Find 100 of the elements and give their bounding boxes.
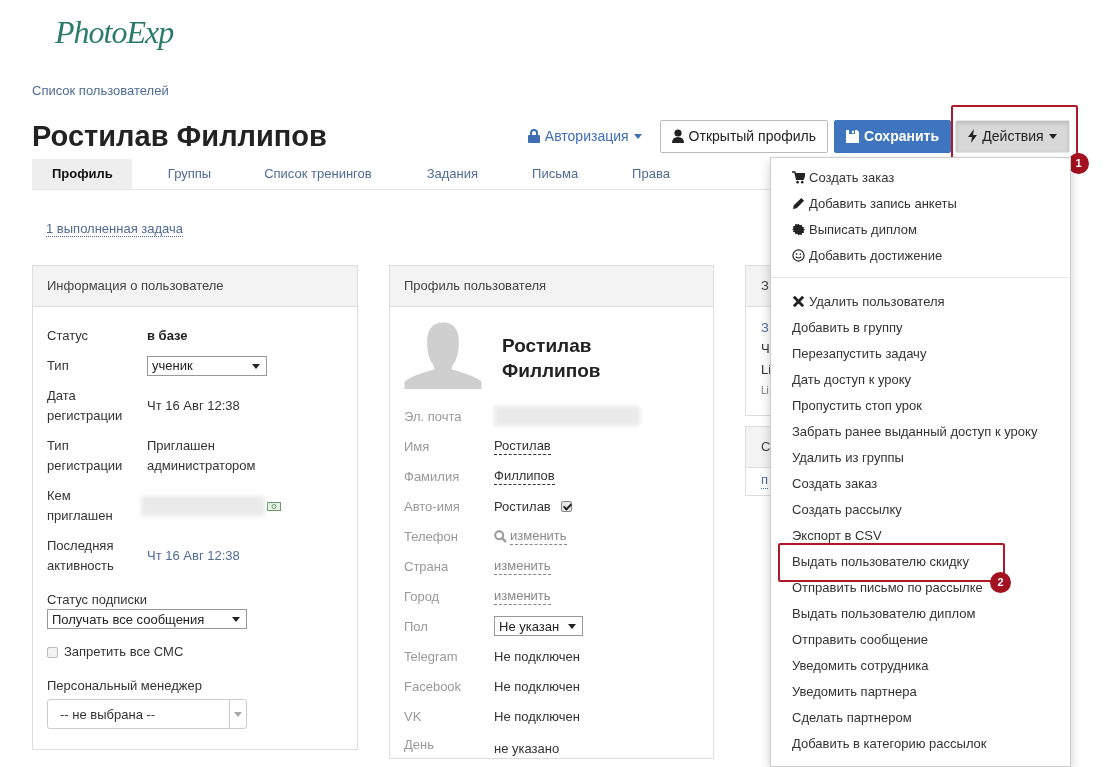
menu-item[interactable]: Отправить сообщение xyxy=(771,626,929,652)
menu-item[interactable]: Сделать партнером xyxy=(771,704,912,730)
change-link[interactable]: изменить xyxy=(510,527,567,545)
change-link[interactable]: изменить xyxy=(494,587,551,605)
seal-icon xyxy=(792,222,805,236)
close-icon xyxy=(792,294,805,308)
menu-item[interactable]: Уведомить партнера xyxy=(771,678,917,704)
field-label: Telegram xyxy=(404,648,459,664)
field-label: Телефон xyxy=(404,528,459,544)
dropdown[interactable]: ученик xyxy=(147,356,267,376)
menu-item[interactable]: Экспорт в CSV xyxy=(771,522,882,548)
cart-icon xyxy=(792,170,805,184)
field-label: Персональный менеджер xyxy=(47,677,203,695)
page-title: Ростилав Филлипов xyxy=(32,119,328,153)
menu-item[interactable]: Пропустить стоп урок xyxy=(771,392,922,418)
field-label: Авто-имя xyxy=(404,498,461,514)
text: Li xyxy=(761,361,772,379)
padlock-icon xyxy=(527,129,540,143)
menu-item[interactable]: Уведомить сотрудника xyxy=(771,652,929,678)
field-label: Город xyxy=(404,588,441,604)
change-link[interactable]: изменить xyxy=(494,557,551,575)
field-value: Не подключен xyxy=(494,708,580,724)
dropdown[interactable]: Не указан xyxy=(494,616,583,636)
search-icon xyxy=(494,529,507,543)
menu-item[interactable]: Создать рассылку xyxy=(771,496,902,522)
menu-item[interactable]: Выдать пользователю скидку xyxy=(771,548,969,574)
breadcrumb-link[interactable]: Список пользователей xyxy=(32,83,169,98)
menu-item[interactable]: Выписать диплом xyxy=(771,216,917,242)
field-label: Последняя активность xyxy=(47,537,115,575)
tab[interactable]: Список тренингов xyxy=(237,159,399,189)
field-label: Дата регистрации xyxy=(47,387,124,425)
panel-title: Информация о пользователе xyxy=(47,278,224,293)
date-link[interactable]: Чт 16 Авг 12:38 xyxy=(147,546,240,566)
caret-icon xyxy=(633,133,642,139)
caret-icon xyxy=(234,711,242,717)
editable-field[interactable]: Филлипов xyxy=(494,467,555,485)
tab[interactable]: Задания xyxy=(398,159,506,189)
field-label: Тип xyxy=(47,357,70,375)
menu-item[interactable]: Добавить в категорию рассылок xyxy=(771,730,987,756)
menu-item[interactable]: Добавить в группу xyxy=(771,314,903,340)
caret-icon xyxy=(1048,133,1057,139)
caret-icon xyxy=(232,616,240,622)
menu-item[interactable]: Забрать ранее выданный доступ к уроку xyxy=(771,418,1038,444)
field-value: в базе xyxy=(147,327,188,345)
checkbox[interactable] xyxy=(560,500,572,512)
field-label: Кем приглашен xyxy=(47,487,114,525)
panel-title: З xyxy=(761,277,769,295)
text: Ч xyxy=(761,340,770,358)
save-button[interactable]: Сохранить xyxy=(834,119,951,153)
field-label: Пол xyxy=(404,618,429,634)
tab[interactable]: Письма xyxy=(505,159,606,189)
link[interactable]: п xyxy=(761,472,769,489)
field-value: Чт 16 Авг 12:38 xyxy=(147,397,240,415)
smiley-icon xyxy=(792,248,805,262)
menu-item[interactable]: Отправить письмо по рассылке xyxy=(771,574,983,600)
field-label: Статус xyxy=(47,327,90,345)
menu-item[interactable]: Удалить из группы xyxy=(771,444,904,470)
field-label: Имя xyxy=(404,438,431,454)
tab[interactable]: Группы xyxy=(131,159,238,189)
field-label: VK xyxy=(404,708,423,724)
caret-icon xyxy=(252,363,260,369)
field-label: Тип регистрации xyxy=(47,437,124,475)
field-label: Страна xyxy=(404,558,450,574)
menu-item[interactable]: Дать доступ к уроку xyxy=(771,366,912,392)
menu-item[interactable]: Удалить пользователя xyxy=(771,288,945,314)
menu-item[interactable]: Создать заказ xyxy=(771,470,878,496)
field-value: Не подключен xyxy=(494,678,580,694)
open-profile-button[interactable]: Открытый профиль xyxy=(659,119,829,153)
money-icon xyxy=(267,501,281,511)
profile-name: Ростилав Филлипов xyxy=(502,334,602,383)
dropdown[interactable]: Получать все сообщения xyxy=(47,609,247,629)
field-value: Не подключен xyxy=(494,648,580,664)
editable-field[interactable]: Ростилав xyxy=(494,437,551,455)
completed-tasks-link[interactable]: 1 выполненная задача xyxy=(46,221,184,237)
authorization-link[interactable]: Авторизация xyxy=(527,128,642,144)
field-label: Facebook xyxy=(404,678,463,694)
menu-item[interactable]: Перезапустить задачу xyxy=(771,340,927,366)
lightning-icon xyxy=(968,129,978,143)
actions-button[interactable]: Действия xyxy=(955,119,1070,153)
logo: PhotoExp xyxy=(55,14,174,51)
tab[interactable]: Права xyxy=(605,159,697,189)
person-icon xyxy=(671,129,684,143)
field-value: Ростилав xyxy=(494,498,551,514)
field-label: День xyxy=(404,737,435,752)
field-value: не указано xyxy=(494,740,560,756)
step-badge: 2 xyxy=(990,572,1011,593)
menu-item[interactable]: Добавить запись анкеты xyxy=(771,190,957,216)
text: Li xyxy=(761,384,769,398)
field-label: Фамилия xyxy=(404,468,461,484)
dropdown[interactable]: -- не выбрана -- xyxy=(47,699,247,729)
tab[interactable]: Профиль xyxy=(32,159,132,189)
sms-checkbox[interactable]: Запретить все СМС xyxy=(47,643,343,661)
menu-item[interactable]: Добавить достижение xyxy=(771,242,943,268)
field-label: Статус подписки xyxy=(47,591,149,609)
panel-title: Профиль пользователя xyxy=(404,278,547,293)
avatar-icon xyxy=(404,321,482,389)
menu-item[interactable]: Выдать пользователю диплом xyxy=(771,600,976,626)
panel-title: С xyxy=(761,438,771,456)
link[interactable]: З xyxy=(761,317,769,338)
menu-item[interactable]: Создать заказ xyxy=(771,164,895,190)
